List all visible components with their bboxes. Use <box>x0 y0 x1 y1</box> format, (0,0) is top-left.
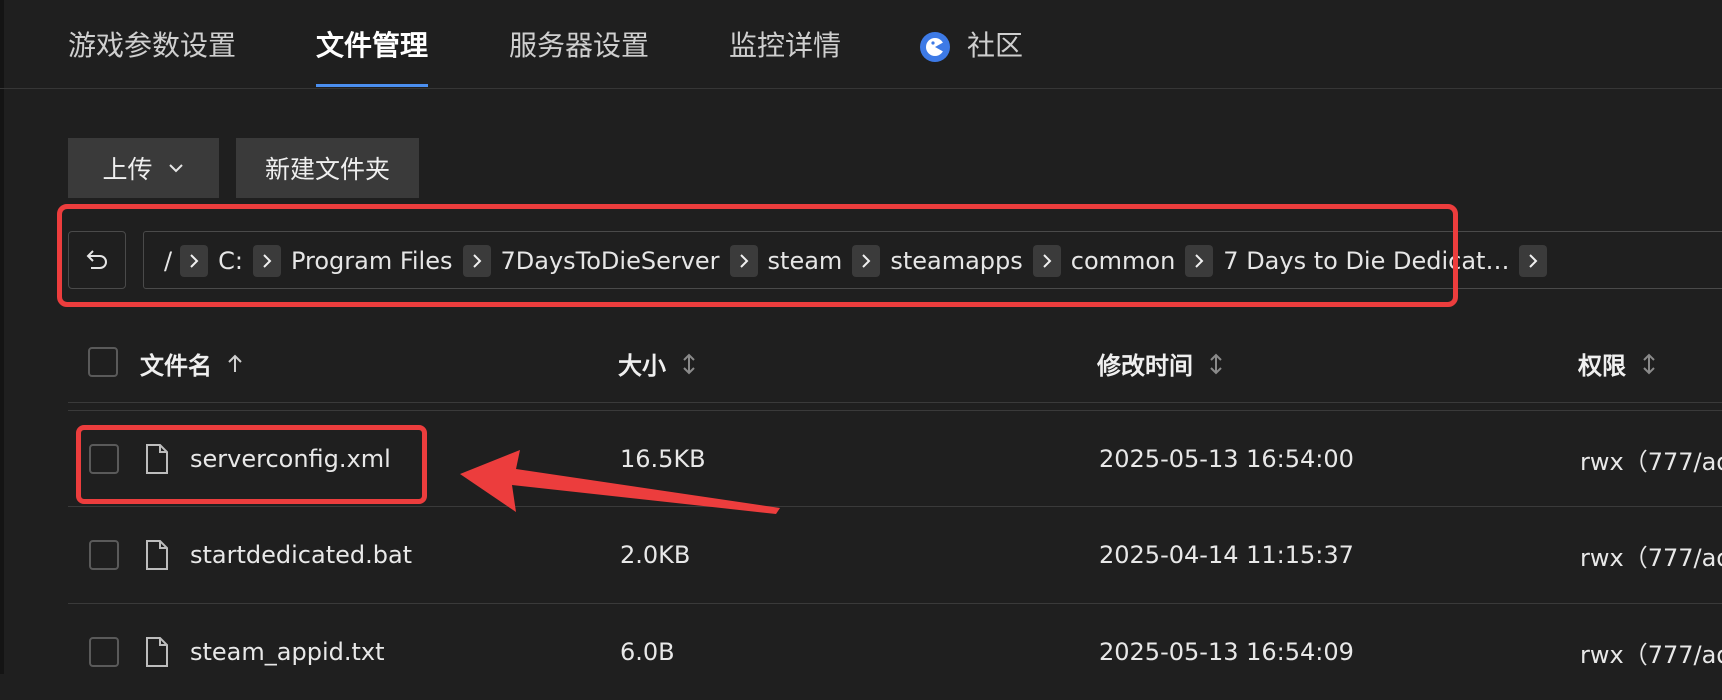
row-checkbox[interactable] <box>89 637 119 667</box>
upload-button[interactable]: 上传 <box>68 138 219 198</box>
new-folder-button[interactable]: 新建文件夹 <box>236 138 419 198</box>
file-permission: rwx（777/adr <box>1580 543 1722 572</box>
file-modified: 2025-05-13 16:54:09 <box>1099 638 1354 666</box>
file-name-cell[interactable]: steam_appid.txt <box>144 604 385 700</box>
file-permission: rwx（777/adr <box>1580 447 1722 476</box>
active-tab-indicator <box>316 84 428 87</box>
column-header-name[interactable]: 文件名 <box>140 346 244 381</box>
file-size: 6.0B <box>620 638 675 666</box>
new-folder-button-label: 新建文件夹 <box>264 155 390 184</box>
file-name-cell[interactable]: startdedicated.bat <box>144 507 412 603</box>
column-header-size-label: 大小 <box>618 352 666 380</box>
select-all-checkbox[interactable] <box>88 347 118 377</box>
file-modified: 2025-05-13 16:54:00 <box>1099 445 1354 473</box>
window-edge <box>0 0 4 674</box>
file-name[interactable]: steam_appid.txt <box>190 638 385 666</box>
row-checkbox[interactable] <box>89 540 119 570</box>
annotation-highlight-path <box>57 204 1458 307</box>
table-header: 文件名 大小 修改时间 权限 <box>68 322 1722 403</box>
column-header-permission[interactable]: 权限 <box>1578 346 1658 381</box>
tab-bar: 游戏参数设置 文件管理 服务器设置 监控详情 社区 <box>0 0 1722 89</box>
table-row[interactable]: startdedicated.bat 2.0KB 2025-04-14 11:1… <box>68 506 1722 603</box>
community-icon[interactable] <box>919 31 951 63</box>
chevron-down-icon <box>168 164 183 173</box>
tab-community[interactable]: 社区 <box>967 26 1023 66</box>
file-icon <box>146 540 168 570</box>
upload-button-label: 上传 <box>102 155 153 184</box>
file-permission: rwx（777/adr <box>1580 640 1722 669</box>
sort-icon <box>683 353 695 374</box>
file-modified: 2025-04-14 11:15:37 <box>1099 541 1354 569</box>
file-icon <box>146 637 168 667</box>
annotation-highlight-file <box>76 425 427 504</box>
sort-ascending-icon <box>228 354 242 372</box>
chevron-right-icon[interactable] <box>1519 245 1548 277</box>
column-header-size[interactable]: 大小 <box>618 346 698 381</box>
sort-icon <box>1210 353 1222 374</box>
file-name[interactable]: startdedicated.bat <box>190 541 412 569</box>
annotation-arrow-icon <box>460 450 780 514</box>
column-header-modified-label: 修改时间 <box>1097 352 1193 380</box>
column-header-modified[interactable]: 修改时间 <box>1097 346 1225 381</box>
table-row[interactable]: steam_appid.txt 6.0B 2025-05-13 16:54:09… <box>68 603 1722 700</box>
column-header-name-label: 文件名 <box>140 352 212 380</box>
column-header-permission-label: 权限 <box>1578 352 1626 380</box>
tab-game-params[interactable]: 游戏参数设置 <box>68 26 236 66</box>
tab-server-settings[interactable]: 服务器设置 <box>509 26 649 66</box>
tab-monitoring[interactable]: 监控详情 <box>729 26 841 66</box>
tab-file-management[interactable]: 文件管理 <box>316 26 428 66</box>
sort-icon <box>1643 353 1655 374</box>
